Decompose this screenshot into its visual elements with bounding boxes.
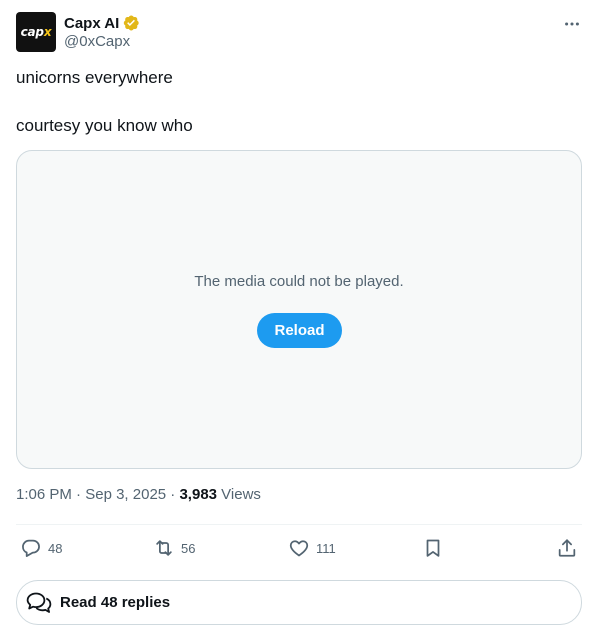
tweet-meta: 1:06 PM · Sep 3, 2025 · 3,983 Views: [16, 486, 261, 503]
tweet-time[interactable]: 1:06 PM: [16, 486, 72, 503]
avatar[interactable]: capx: [16, 12, 56, 52]
media-player[interactable]: The media could not be played. Reload: [16, 150, 582, 469]
repost-icon: [156, 540, 172, 556]
share-icon: [558, 539, 576, 557]
like-button[interactable]: 111: [288, 534, 336, 562]
meta-separator: ·: [166, 486, 180, 503]
views-label: Views: [217, 486, 261, 503]
tweet-text-line: unicorns everywhere: [16, 68, 173, 87]
views-count: 3,983: [179, 486, 218, 503]
name-row: Capx AI: [64, 13, 140, 33]
action-bar: 48 56 111: [16, 534, 582, 562]
read-replies-label: Read 48 replies: [60, 594, 171, 611]
ellipsis-icon: [565, 22, 579, 26]
reply-count: 48: [48, 540, 63, 556]
media-error-message: The media could not be played.: [194, 273, 404, 290]
reply-icon: [22, 539, 40, 557]
avatar-logo: capx: [20, 25, 52, 39]
share-button[interactable]: [556, 534, 578, 562]
heart-icon: [289, 540, 309, 557]
read-replies-button[interactable]: Read 48 replies: [16, 580, 582, 625]
chat-bubbles-icon: [26, 592, 52, 613]
tweet-header: capx Capx AI @0xCapx: [16, 12, 582, 52]
reply-button[interactable]: 48: [20, 534, 62, 562]
display-name[interactable]: Capx AI: [64, 15, 119, 32]
repost-count: 56: [181, 540, 196, 556]
bookmark-icon: [426, 539, 440, 557]
more-options-button[interactable]: [562, 14, 582, 34]
like-count: 111: [316, 540, 336, 556]
verified-badge-icon[interactable]: [122, 14, 140, 32]
repost-button[interactable]: 56: [153, 534, 195, 562]
bookmark-button[interactable]: [422, 534, 444, 562]
tweet-date[interactable]: Sep 3, 2025: [85, 486, 166, 503]
tweet-text-line: courtesy you know who: [16, 116, 193, 135]
meta-separator: ·: [71, 486, 86, 503]
reload-button[interactable]: Reload: [257, 313, 342, 348]
user-handle[interactable]: @0xCapx: [64, 33, 130, 50]
divider: [16, 524, 582, 525]
